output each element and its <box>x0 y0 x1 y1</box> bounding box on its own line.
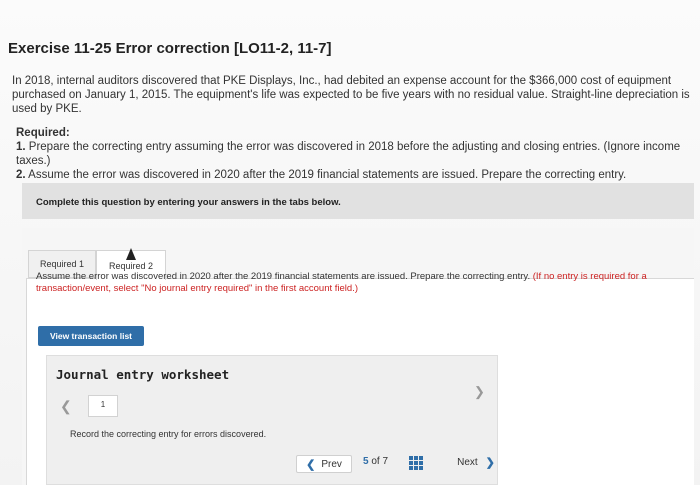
worksheet-record-text: Record the correcting entry for errors d… <box>70 429 267 439</box>
page-indicator: 5 of 7 <box>363 456 388 467</box>
page: Exercise 11-25 Error correction [LO11-2,… <box>0 0 700 485</box>
worksheet-title: Journal entry worksheet <box>56 367 230 382</box>
required-section: Required: 1. Prepare the correcting entr… <box>16 126 692 182</box>
prev-label: Prev <box>321 458 342 470</box>
grid-icon[interactable] <box>409 456 423 470</box>
required-item-2-text: Assume the error was discovered in 2020 … <box>25 169 627 181</box>
chevron-right-icon[interactable]: ❯ <box>474 384 485 400</box>
required-item-1: 1. Prepare the correcting entry assuming… <box>16 140 692 168</box>
required-item-2: 2. Assume the error was discovered in 20… <box>16 168 692 182</box>
next-button[interactable]: Next ❯ <box>446 452 506 472</box>
instruction-text: Complete this question by entering your … <box>36 197 341 208</box>
instruction-banner: Complete this question by entering your … <box>22 183 694 219</box>
view-transaction-list-button[interactable]: View transaction list <box>38 326 144 346</box>
chevron-left-icon: ❮ <box>306 458 316 471</box>
required-heading: Required: <box>16 127 70 139</box>
tab-prompt: Assume the error was discovered in 2020 … <box>36 271 686 295</box>
required-item-1-text: Prepare the correcting entry assuming th… <box>16 141 681 167</box>
prompt-text: Assume the error was discovered in 2020 … <box>36 271 533 282</box>
chevron-left-icon[interactable]: ❮ <box>60 398 72 415</box>
worksheet-page-number[interactable]: 1 <box>88 395 118 417</box>
total-pages: 7 <box>382 456 389 467</box>
prev-button[interactable]: ❮ Prev <box>296 455 352 473</box>
of-label: of <box>371 456 380 467</box>
current-page: 5 <box>363 456 369 467</box>
required-item-2-num: 2. <box>16 169 26 181</box>
next-label: Next <box>457 456 478 468</box>
required-item-1-num: 1. <box>16 141 26 153</box>
problem-text: In 2018, internal auditors discovered th… <box>12 75 690 115</box>
mouse-cursor-icon <box>126 248 136 260</box>
chevron-right-icon: ❯ <box>485 456 495 469</box>
exercise-title: Exercise 11-25 Error correction [LO11-2,… <box>8 40 332 57</box>
